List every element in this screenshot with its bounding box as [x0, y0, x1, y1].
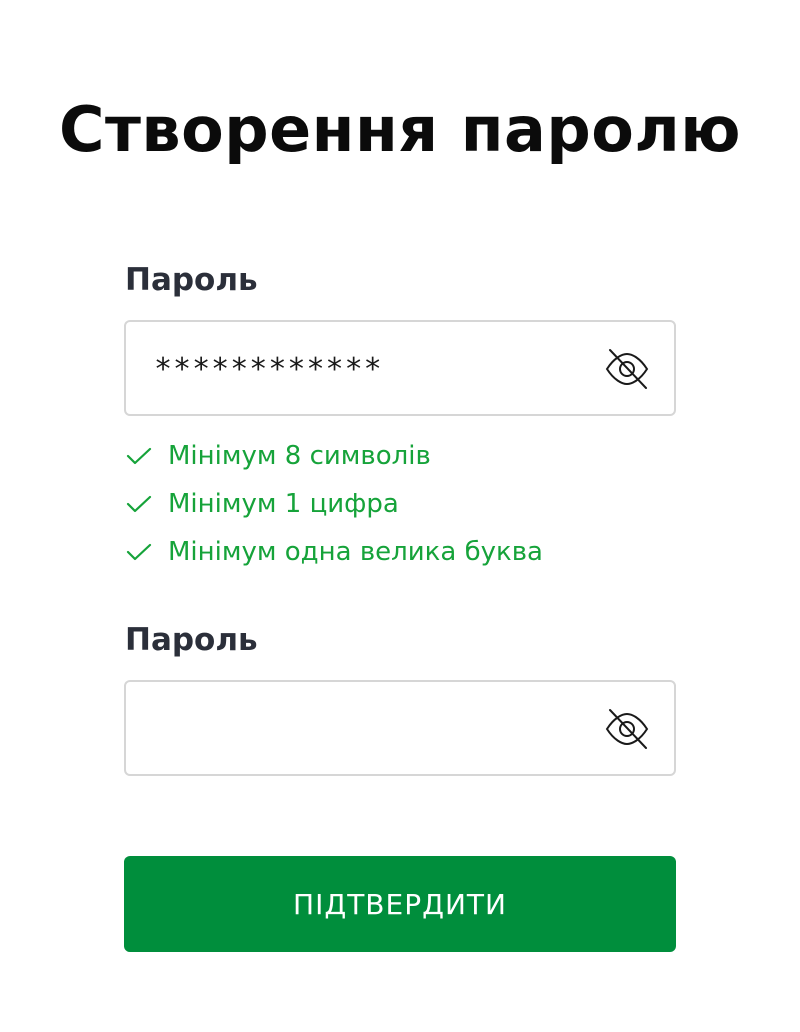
requirement-text: Мінімум 1 цифра — [168, 489, 399, 519]
password-input[interactable]: ************ — [124, 320, 676, 416]
page-title: Створення паролю — [58, 93, 742, 166]
check-icon — [124, 489, 154, 519]
eye-slash-icon[interactable] — [604, 707, 650, 751]
password-label: Пароль — [125, 262, 258, 298]
confirm-button[interactable]: ПІДТВЕРДИТИ — [124, 856, 676, 952]
eye-slash-icon[interactable] — [604, 347, 650, 391]
requirement-item: Мінімум 1 цифра — [124, 480, 684, 528]
check-icon — [124, 537, 154, 567]
password-input-value[interactable]: ************ — [154, 352, 383, 388]
password-requirements: Мінімум 8 символів Мінімум 1 цифра Мінім… — [124, 432, 684, 576]
requirement-item: Мінімум 8 символів — [124, 432, 684, 480]
confirm-password-label: Пароль — [125, 622, 258, 658]
check-icon — [124, 441, 154, 471]
confirm-password-input[interactable] — [124, 680, 676, 776]
requirement-text: Мінімум 8 символів — [168, 441, 431, 471]
requirement-text: Мінімум одна велика буква — [168, 537, 543, 567]
requirement-item: Мінімум одна велика буква — [124, 528, 684, 576]
create-password-page: Створення паролю Пароль ************ Мін… — [0, 0, 800, 1032]
